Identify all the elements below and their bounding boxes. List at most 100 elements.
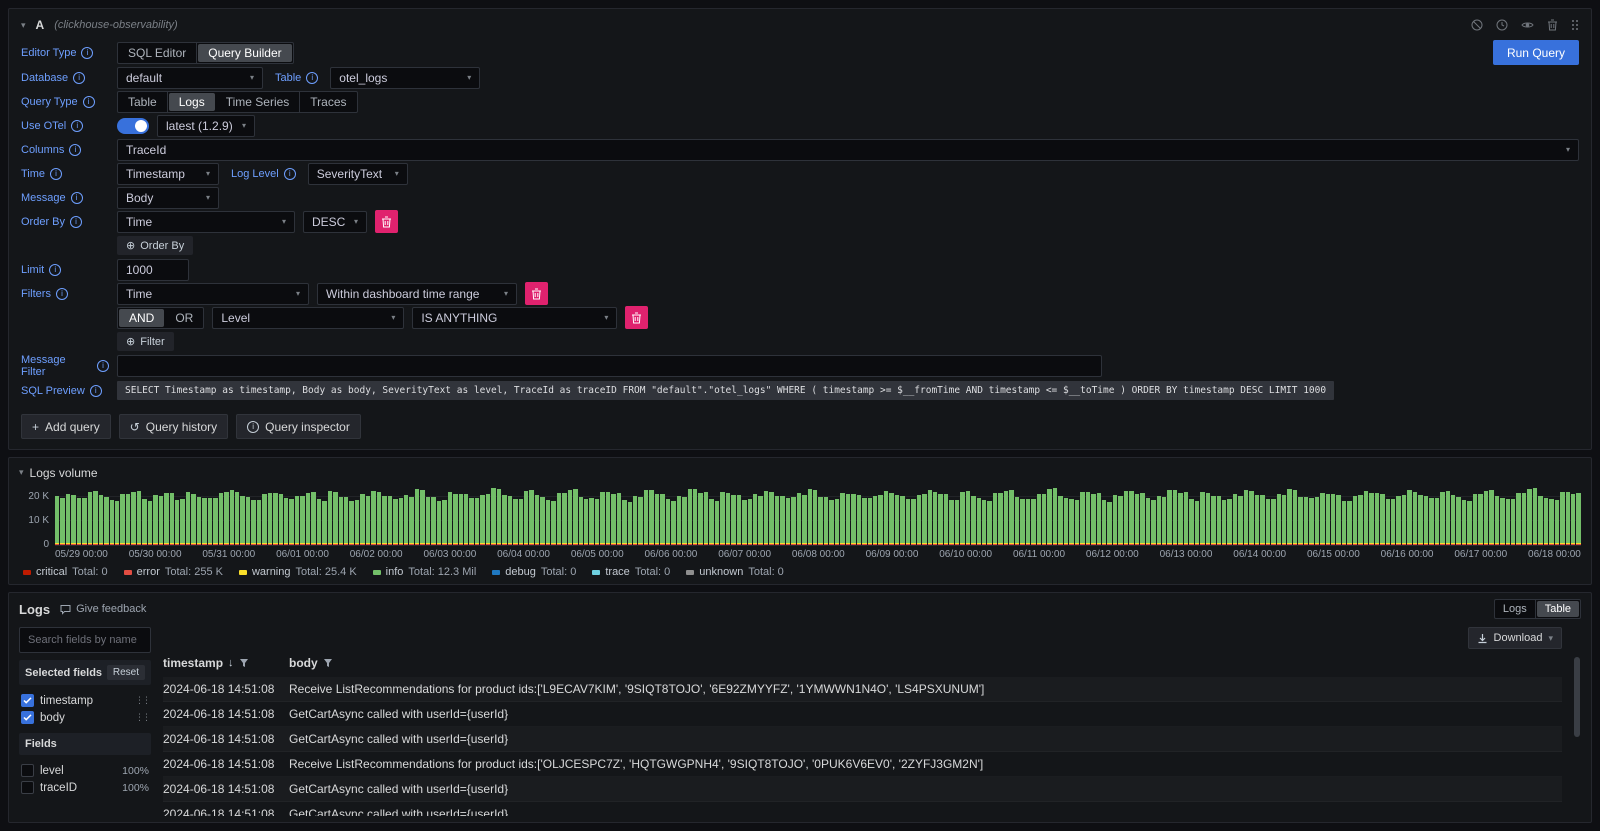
chevron-down-icon: ▾ — [282, 218, 286, 226]
volume-bar — [868, 498, 872, 545]
hide-response-eye-button[interactable] — [1521, 19, 1534, 31]
field-checkbox[interactable] — [21, 781, 34, 794]
filter-field-select[interactable]: Time▾ — [117, 283, 309, 305]
legend-item-error[interactable]: errorTotal: 255 K — [124, 566, 223, 578]
delete-query-button[interactable] — [1547, 19, 1558, 31]
log-row[interactable]: 2024-06-18 14:51:08GetCartAsync called w… — [163, 802, 1562, 816]
log-row[interactable]: 2024-06-18 14:51:08Receive ListRecommend… — [163, 677, 1562, 702]
order-direction-select[interactable]: DESC▾ — [303, 211, 367, 233]
scrollbar-thumb[interactable] — [1574, 657, 1580, 737]
query-type-table-option[interactable]: Table — [118, 92, 168, 112]
info-icon[interactable]: i — [49, 264, 61, 276]
x-tick-label: 06/15 00:00 — [1307, 549, 1360, 560]
volume-bar — [884, 491, 888, 545]
add-order-by-button[interactable]: ⊕Order By — [117, 236, 193, 255]
volume-bar — [1080, 492, 1084, 545]
info-icon[interactable]: i — [284, 168, 296, 180]
level-filter-select[interactable]: Level▾ — [212, 307, 404, 329]
otel-version-select[interactable]: latest (1.2.9)▾ — [157, 115, 255, 137]
info-icon[interactable]: i — [56, 288, 68, 300]
timestamp-column-header[interactable]: timestamp ↓ — [163, 656, 289, 670]
legend-item-unknown[interactable]: unknownTotal: 0 — [686, 566, 784, 578]
volume-bar — [491, 488, 495, 545]
drag-handle-icon[interactable]: ⋮⋮ — [135, 695, 149, 706]
log-row[interactable]: 2024-06-18 14:51:08GetCartAsync called w… — [163, 777, 1562, 802]
legend-item-warning[interactable]: warningTotal: 25.4 K — [239, 566, 357, 578]
log-row[interactable]: 2024-06-18 14:51:08GetCartAsync called w… — [163, 727, 1562, 752]
view-logs-option[interactable]: Logs — [1495, 600, 1536, 618]
info-icon[interactable]: i — [71, 120, 83, 132]
legend-item-critical[interactable]: criticalTotal: 0 — [23, 566, 108, 578]
info-icon[interactable]: i — [306, 72, 318, 84]
remove-filter-button[interactable] — [525, 282, 548, 305]
download-button[interactable]: Download ▾ — [1468, 627, 1562, 649]
message-filter-input[interactable] — [117, 355, 1102, 377]
query-history-button[interactable]: ↺Query history — [119, 414, 228, 439]
add-query-button[interactable]: +Add query — [21, 414, 111, 439]
info-icon[interactable]: i — [71, 192, 83, 204]
collapse-query-icon[interactable]: ▾ — [21, 21, 26, 30]
query-inspector-button[interactable]: iQuery inspector — [236, 414, 361, 439]
field-timestamp[interactable]: timestamp⋮⋮ — [19, 692, 151, 709]
field-traceID[interactable]: traceID100% — [19, 779, 151, 796]
logs-volume-header[interactable]: ▾ Logs volume — [19, 464, 1581, 481]
use-otel-toggle[interactable] — [117, 118, 149, 134]
legend-swatch — [124, 570, 132, 575]
legend-item-debug[interactable]: debugTotal: 0 — [492, 566, 576, 578]
info-icon[interactable]: i — [50, 168, 62, 180]
query-type-logs-option[interactable]: Logs — [169, 93, 215, 111]
query-type-time-series-option[interactable]: Time Series — [216, 92, 301, 112]
add-filter-button[interactable]: ⊕Filter — [117, 332, 174, 351]
time-column-select[interactable]: Timestamp▾ — [117, 163, 219, 185]
query-type-traces-option[interactable]: Traces — [300, 92, 356, 112]
sql-editor-option[interactable]: SQL Editor — [118, 43, 197, 63]
collapse-panel-icon[interactable]: ▾ — [19, 468, 24, 477]
sort-desc-icon[interactable]: ↓ — [228, 657, 234, 669]
search-fields-input[interactable] — [19, 627, 151, 653]
field-checkbox[interactable] — [21, 764, 34, 777]
reset-button[interactable]: Reset — [107, 665, 145, 680]
field-checkbox[interactable] — [21, 711, 34, 724]
log-row[interactable]: 2024-06-18 14:51:08Receive ListRecommend… — [163, 752, 1562, 777]
message-column-select[interactable]: Body▾ — [117, 187, 219, 209]
run-query-button[interactable]: Run Query — [1493, 40, 1579, 65]
query-history-icon-button[interactable] — [1496, 19, 1508, 31]
field-checkbox[interactable] — [21, 694, 34, 707]
info-icon[interactable]: i — [97, 360, 109, 372]
log-row[interactable]: 2024-06-18 14:51:08GetCartAsync called w… — [163, 702, 1562, 727]
remove-order-by-button[interactable] — [375, 210, 398, 233]
info-icon[interactable]: i — [69, 144, 81, 156]
field-level[interactable]: level100% — [19, 762, 151, 779]
drag-handle-icon[interactable]: ⋮⋮ — [135, 712, 149, 723]
table-select[interactable]: otel_logs▾ — [330, 67, 480, 89]
and-option[interactable]: AND — [119, 309, 164, 327]
or-option[interactable]: OR — [165, 308, 203, 328]
legend-item-info[interactable]: infoTotal: 12.3 Mil — [373, 566, 477, 578]
info-icon[interactable]: i — [73, 72, 85, 84]
database-select[interactable]: default▾ — [117, 67, 263, 89]
volume-bar — [88, 492, 92, 545]
volume-bar — [213, 498, 217, 545]
order-by-field-select[interactable]: Time▾ — [117, 211, 295, 233]
drag-query-handle[interactable] — [1571, 19, 1579, 31]
query-builder-option[interactable]: Query Builder — [198, 44, 291, 62]
body-column-header[interactable]: body — [289, 656, 333, 670]
disable-query-button[interactable] — [1471, 19, 1483, 31]
legend-item-trace[interactable]: traceTotal: 0 — [592, 566, 670, 578]
log-level-select[interactable]: SeverityText▾ — [308, 163, 408, 185]
info-icon[interactable]: i — [90, 385, 102, 397]
field-body[interactable]: body⋮⋮ — [19, 709, 151, 726]
info-icon[interactable]: i — [81, 47, 93, 59]
x-tick-label: 06/02 00:00 — [350, 549, 403, 560]
view-table-option[interactable]: Table — [1537, 601, 1579, 617]
columns-multiselect[interactable]: TraceId▾ — [117, 139, 1579, 161]
filter-condition-select[interactable]: Within dashboard time range▾ — [317, 283, 517, 305]
info-icon[interactable]: i — [83, 96, 95, 108]
give-feedback-link[interactable]: Give feedback — [60, 603, 146, 615]
info-icon[interactable]: i — [70, 216, 82, 228]
database-row: Databasei default▾ Tablei otel_logs▾ — [21, 66, 1579, 89]
remove-level-filter-button[interactable] — [625, 306, 648, 329]
limit-input[interactable] — [117, 259, 189, 281]
scrollbar[interactable] — [1574, 627, 1581, 816]
filter-operator-select[interactable]: IS ANYTHING▾ — [412, 307, 617, 329]
